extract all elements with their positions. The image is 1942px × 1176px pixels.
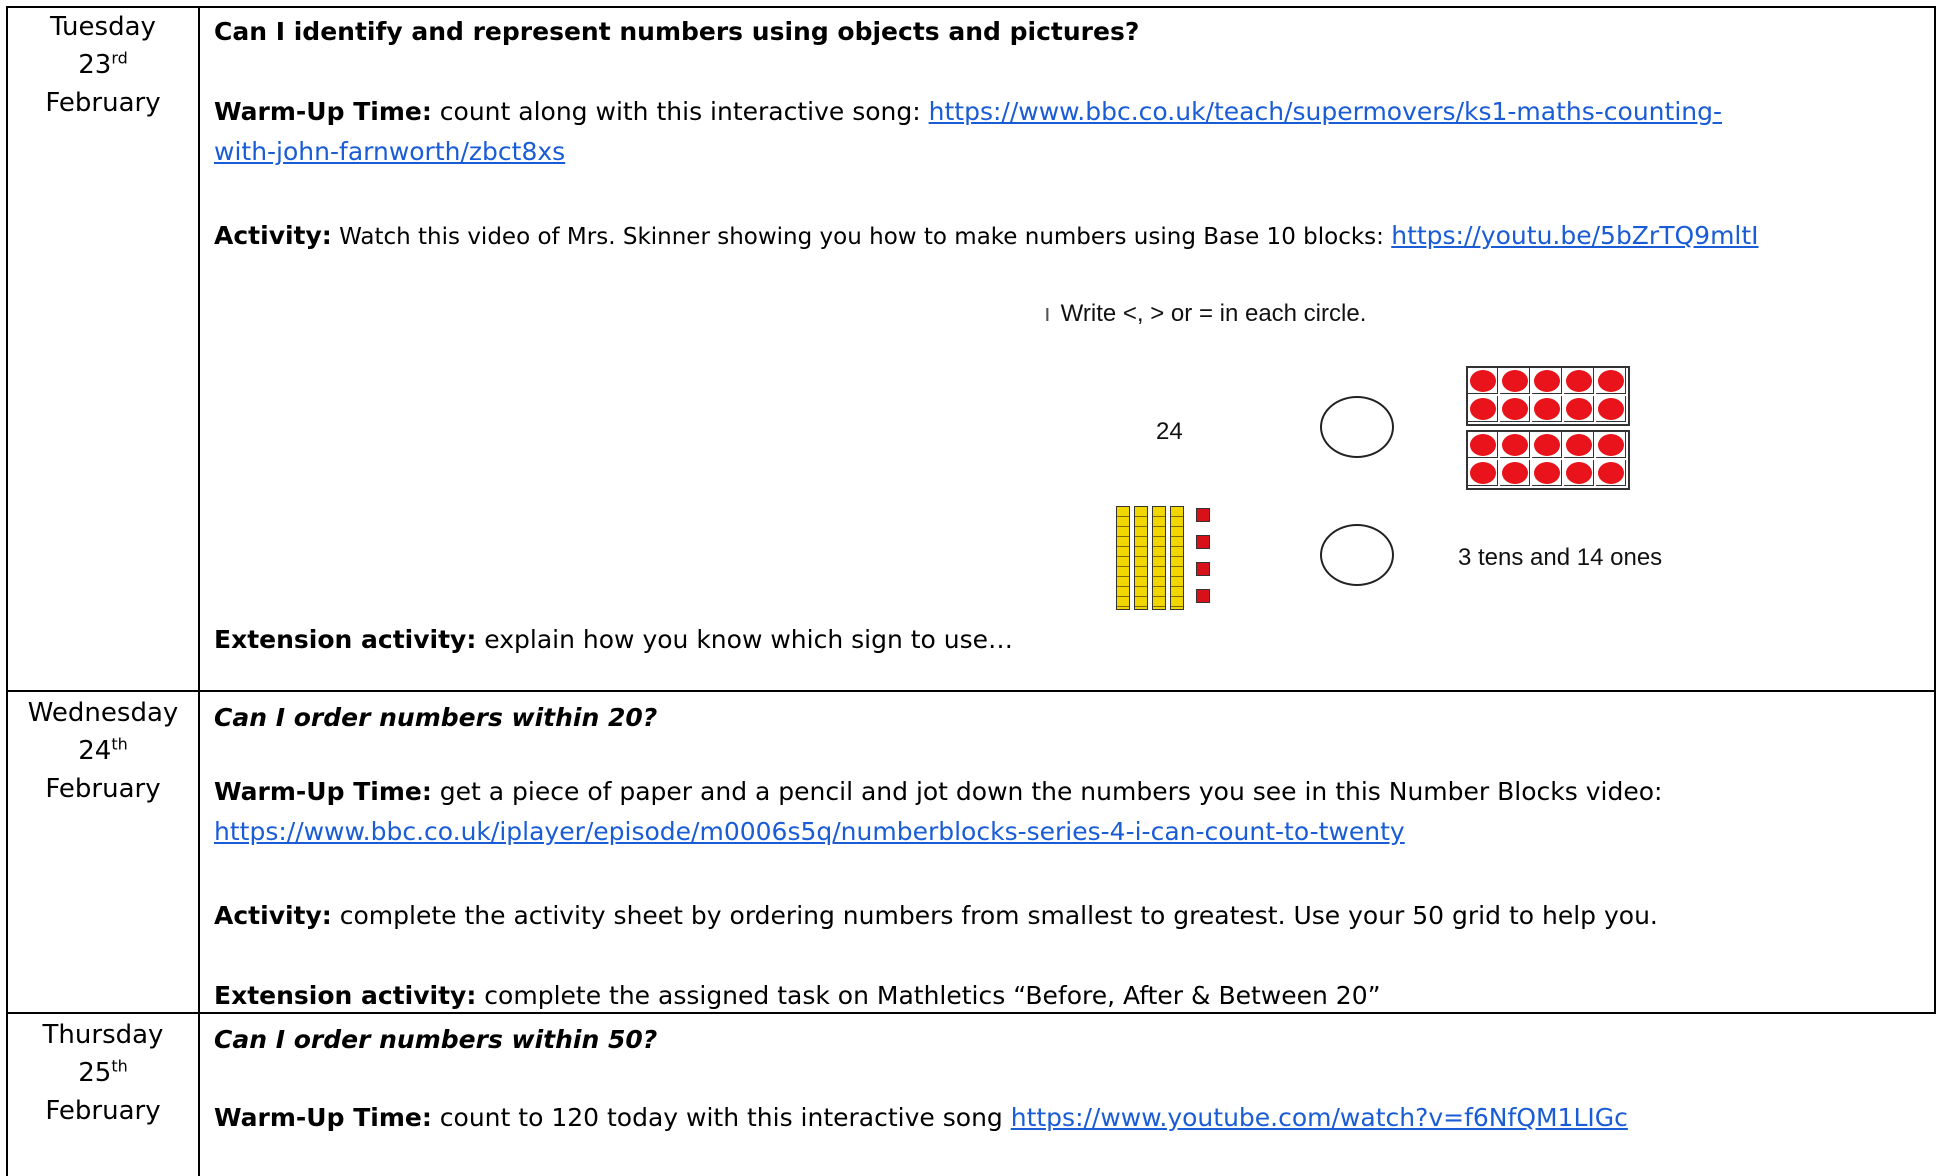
lesson-table: Tuesday 23rd February Can I identify and…: [0, 0, 1942, 1176]
base10-ten-rod: [1134, 506, 1148, 610]
activity-text: Watch this video of Mrs. Skinner showing…: [331, 224, 1392, 250]
counter: [1596, 432, 1626, 458]
activity-link[interactable]: https://youtu.be/5bZrTQ9mltI: [1391, 221, 1758, 250]
activity-line: Activity: Watch this video of Mrs. Skinn…: [214, 216, 1759, 257]
counter: [1564, 368, 1594, 394]
warmup-text: count to 120 today with this interactive…: [431, 1103, 1011, 1132]
counter: [1564, 396, 1594, 422]
lesson-question: Can I order numbers within 20?: [214, 703, 658, 732]
counter: [1564, 460, 1594, 486]
day-name: Thursday: [42, 1020, 164, 1050]
day-date: 25th: [8, 1054, 198, 1092]
day-name: Tuesday: [50, 12, 156, 42]
table-border-right-lower: [1934, 690, 1936, 1014]
warmup-line: Warm-Up Time: get a piece of paper and a…: [214, 772, 1662, 812]
base10-ten-rod: [1152, 506, 1166, 610]
ten-frame-bottom: [1466, 430, 1630, 490]
date-suffix: th: [111, 734, 128, 754]
warmup-link-line: https://www.bbc.co.uk/iplayer/episode/m0…: [214, 812, 1405, 852]
counter: [1468, 368, 1498, 394]
warmup-line-cont: with-john-farnworth/zbct8xs: [214, 132, 565, 172]
content-cell-wednesday: Can I order numbers within 20? Warm-Up T…: [214, 694, 1924, 1010]
counter: [1564, 432, 1594, 458]
counter: [1468, 432, 1498, 458]
worksheet-phrase: 3 tens and 14 ones: [1458, 544, 1663, 571]
warmup-link[interactable]: https://www.youtube.com/watch?v=f6NfQM1L…: [1011, 1103, 1628, 1132]
counter: [1500, 432, 1530, 458]
extension-text: explain how you know which sign to use…: [476, 625, 1014, 654]
worksheet-instruction: ı Write <, > or = in each circle.: [1044, 300, 1367, 327]
base10-ten-rod: [1170, 506, 1184, 610]
counter: [1532, 368, 1562, 394]
ten-frame-top: [1466, 366, 1630, 426]
day-date: 23rd: [8, 46, 198, 84]
base10-blocks: [1116, 506, 1256, 616]
base10-one-cube: [1196, 508, 1210, 522]
activity-label: Activity:: [214, 221, 332, 250]
column-divider: [198, 6, 200, 1176]
content-cell-thursday: Can I order numbers within 50? Warm-Up T…: [214, 1016, 1924, 1176]
counter: [1468, 396, 1498, 422]
base10-ten-rod: [1116, 506, 1130, 610]
counter: [1532, 432, 1562, 458]
base10-one-cube: [1196, 589, 1210, 603]
warmup-label: Warm-Up Time:: [214, 1103, 432, 1132]
worksheet-image: ı Write <, > or = in each circle. 24 3 te…: [1040, 296, 1740, 626]
counter: [1468, 460, 1498, 486]
day-cell-wednesday: Wednesday 24th February: [8, 694, 198, 808]
warmup-label: Warm-Up Time:: [214, 97, 432, 126]
counter: [1500, 368, 1530, 394]
date-number: 24: [78, 736, 112, 766]
activity-text: complete the activity sheet by ordering …: [331, 901, 1658, 930]
answer-circle-1[interactable]: [1320, 396, 1394, 458]
activity-label: Activity:: [214, 901, 332, 930]
counter: [1532, 460, 1562, 486]
day-name: Wednesday: [27, 698, 179, 728]
warmup-label: Warm-Up Time:: [214, 777, 432, 806]
date-suffix: rd: [111, 48, 128, 68]
counter: [1500, 460, 1530, 486]
day-date: 24th: [8, 732, 198, 770]
day-cell-tuesday: Tuesday 23rd February: [8, 8, 198, 122]
day-cell-thursday: Thursday 25th February: [8, 1016, 198, 1130]
counter: [1596, 460, 1626, 486]
warmup-link-cont[interactable]: with-john-farnworth/zbct8xs: [214, 137, 565, 166]
date-number: 25: [78, 1058, 112, 1088]
warmup-line: Warm-Up Time: count to 120 today with th…: [214, 1098, 1628, 1138]
extension-line: Extension activity: complete the assigne…: [214, 976, 1381, 1016]
extension-line: Extension activity: explain how you know…: [214, 620, 1013, 660]
instruction-text: Write <, > or = in each circle.: [1060, 300, 1367, 327]
base10-one-cube: [1196, 562, 1210, 576]
warmup-link[interactable]: https://www.bbc.co.uk/iplayer/episode/m0…: [214, 817, 1405, 846]
lesson-question: Can I identify and represent numbers usi…: [214, 17, 1140, 46]
lesson-question: Can I order numbers within 50?: [214, 1025, 658, 1054]
warmup-text: get a piece of paper and a pencil and jo…: [431, 777, 1663, 806]
table-border-left: [6, 6, 8, 1176]
extension-label: Extension activity:: [214, 981, 477, 1010]
warmup-text: count along with this interactive song:: [431, 97, 929, 126]
counter: [1532, 396, 1562, 422]
worksheet-number: 24: [1156, 418, 1183, 445]
counter: [1596, 396, 1626, 422]
day-month: February: [45, 1096, 161, 1126]
counter: [1500, 396, 1530, 422]
base10-one-cube: [1196, 535, 1210, 549]
day-month: February: [45, 88, 161, 118]
day-month: February: [45, 774, 161, 804]
date-number: 23: [78, 50, 112, 80]
answer-circle-2[interactable]: [1320, 524, 1394, 586]
row-divider-1: [6, 690, 1936, 692]
table-border-right: [1934, 6, 1936, 692]
warmup-line: Warm-Up Time: count along with this inte…: [214, 92, 1722, 132]
date-suffix: th: [111, 1056, 128, 1076]
extension-text: complete the assigned task on Mathletics…: [476, 981, 1381, 1010]
extension-label: Extension activity:: [214, 625, 477, 654]
warmup-link[interactable]: https://www.bbc.co.uk/teach/supermovers/…: [929, 97, 1722, 126]
activity-line: Activity: complete the activity sheet by…: [214, 896, 1658, 936]
counter: [1596, 368, 1626, 394]
